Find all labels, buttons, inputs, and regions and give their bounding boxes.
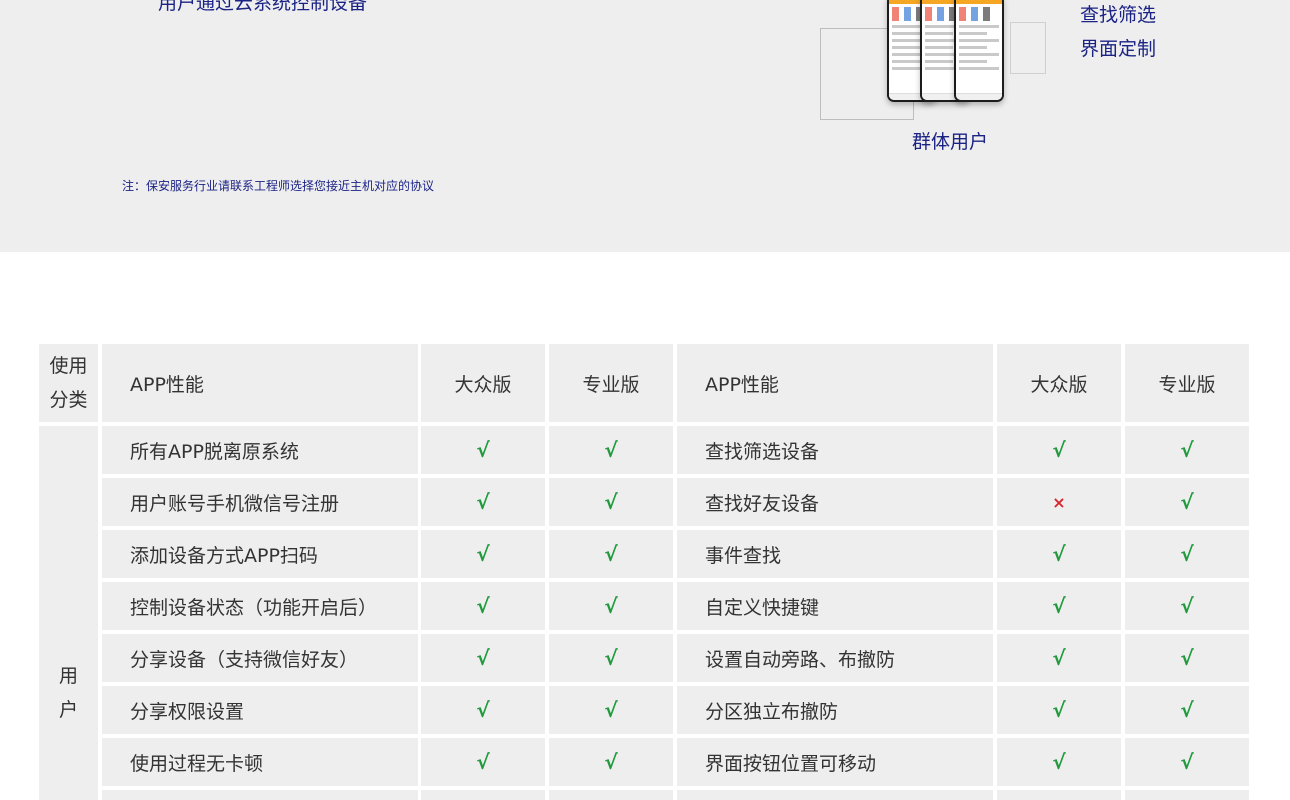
check-icon: √ [476,542,490,566]
top-banner: 用户通过云系统控制设备 注：保安服务行业请联系工程师选择您接近主机对应的协议 群… [0,0,1290,252]
feature-left: 用户账号手机微信号注册 [102,478,418,526]
feature-left: 添加设备方式APP扫码 [102,530,418,578]
feature-right: 界面按钮位置可移动 [677,738,993,786]
check-icon: √ [1052,594,1066,618]
feature-label-customize: 界面定制 [1080,38,1157,60]
feature-left: 所有APP脱离原系统 [102,426,418,474]
cross-icon: × [1052,492,1066,512]
check-icon: √ [1052,750,1066,774]
check-icon: √ [1180,490,1194,514]
header-category-line: 使用 [49,355,88,377]
protocol-note: 注：保安服务行业请联系工程师选择您接近主机对应的协议 [122,179,435,193]
category-user-line: 用 [58,665,78,687]
header-pro-left: 专业版 [549,344,673,422]
check-icon: √ [1180,698,1194,722]
check-icon: √ [604,646,618,670]
check-icon: √ [476,646,490,670]
header-feature-left: APP性能 [102,344,418,422]
feature-left: 使用过程无卡顿 [102,738,418,786]
feature-right: 设置自动旁路、布撤防 [677,634,993,682]
check-icon: √ [604,542,618,566]
check-icon: √ [1180,438,1194,462]
category-user-line: 户 [58,699,78,721]
check-icon: √ [1180,646,1194,670]
check-icon: √ [476,490,490,514]
check-icon: √ [476,698,490,722]
feature-right: 分区独立布撤防 [677,686,993,734]
check-icon: √ [1180,750,1194,774]
phone-illustration [954,0,1004,102]
table-row-partial [677,790,993,800]
category-user: 用 户 [39,426,98,800]
check-icon: √ [604,750,618,774]
header-category-line: 分类 [49,389,88,411]
table-row-partial [1125,790,1249,800]
check-icon: √ [604,698,618,722]
feature-right: 事件查找 [677,530,993,578]
group-users-label: 群体用户 [912,131,989,153]
header-feature-right: APP性能 [677,344,993,422]
check-icon: √ [1052,438,1066,462]
check-icon: √ [1052,542,1066,566]
decorative-frame [1010,22,1046,74]
check-icon: √ [1180,594,1194,618]
feature-right: 查找好友设备 [677,478,993,526]
feature-right: 查找筛选设备 [677,426,993,474]
table-row-partial [102,790,418,800]
feature-right: 自定义快捷键 [677,582,993,630]
check-icon: √ [1180,542,1194,566]
check-icon: √ [476,750,490,774]
table-row-partial [421,790,545,800]
check-icon: √ [476,438,490,462]
check-icon: √ [476,594,490,618]
header-pro-right: 专业版 [1125,344,1249,422]
table-row-partial [997,790,1121,800]
feature-left: 控制设备状态（功能开启后） [102,582,418,630]
check-icon: √ [604,594,618,618]
check-icon: √ [1052,646,1066,670]
header-standard-right: 大众版 [997,344,1121,422]
header-standard-left: 大众版 [421,344,545,422]
feature-left: 分享权限设置 [102,686,418,734]
header-category: 使用 分类 [39,344,98,422]
partial-heading: 用户通过云系统控制设备 [158,0,368,14]
check-icon: √ [604,490,618,514]
check-icon: √ [1052,698,1066,722]
table-row-partial [549,790,673,800]
feature-left: 分享设备（支持微信好友） [102,634,418,682]
feature-label-search: 查找筛选 [1080,4,1157,26]
check-icon: √ [604,438,618,462]
